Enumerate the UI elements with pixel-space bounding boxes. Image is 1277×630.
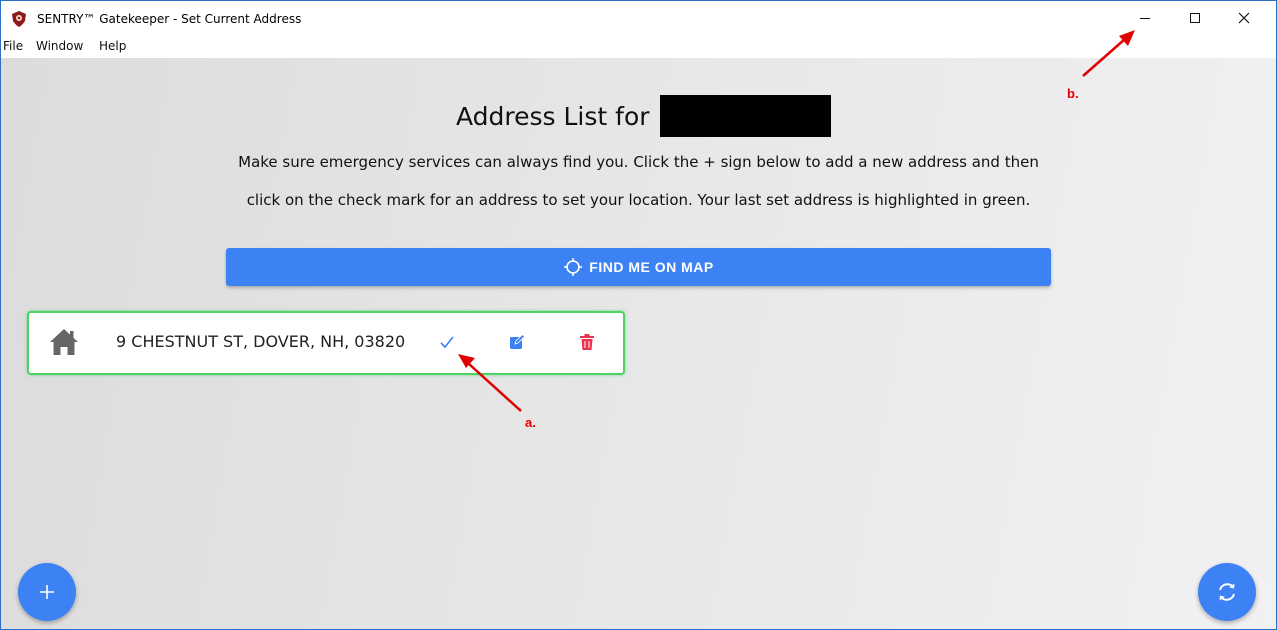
app-window: SENTRY™ Gatekeeper - Set Current Address… bbox=[0, 0, 1277, 630]
check-icon bbox=[440, 336, 454, 349]
trash-icon bbox=[580, 334, 594, 350]
maximize-button[interactable] bbox=[1172, 1, 1218, 35]
edit-icon bbox=[510, 334, 525, 349]
address-text: 9 CHESTNUT ST, DOVER, NH, 03820 bbox=[116, 332, 406, 351]
annotation-label-a: a. bbox=[525, 415, 536, 430]
address-card: 9 CHESTNUT ST, DOVER, NH, 03820 bbox=[27, 311, 625, 375]
annotation-label-b: b. bbox=[1067, 86, 1079, 101]
menu-help[interactable]: Help bbox=[99, 39, 126, 53]
find-me-on-map-button[interactable]: FIND ME ON MAP bbox=[226, 248, 1051, 286]
close-button[interactable] bbox=[1221, 1, 1267, 35]
minimize-icon bbox=[1140, 18, 1150, 19]
description-line-1: Make sure emergency services can always … bbox=[238, 153, 1039, 171]
refresh-icon bbox=[1219, 583, 1235, 601]
menu-bar: File Window Help bbox=[1, 37, 1276, 57]
find-me-on-map-label: FIND ME ON MAP bbox=[589, 259, 714, 275]
minimize-button[interactable] bbox=[1122, 1, 1168, 35]
house-icon bbox=[50, 329, 78, 355]
sentry-shield-icon bbox=[12, 11, 26, 27]
menu-window[interactable]: Window bbox=[36, 39, 83, 53]
crosshair-icon bbox=[563, 257, 583, 277]
page-title: Address List for bbox=[456, 102, 650, 131]
menu-file[interactable]: File bbox=[3, 39, 23, 53]
maximize-icon bbox=[1190, 13, 1200, 23]
refresh-button[interactable] bbox=[1198, 563, 1256, 621]
title-bar: SENTRY™ Gatekeeper - Set Current Address bbox=[1, 1, 1276, 37]
plus-icon bbox=[40, 585, 54, 599]
edit-address-button[interactable] bbox=[504, 329, 530, 355]
redacted-name bbox=[660, 95, 831, 137]
add-address-button[interactable] bbox=[18, 563, 76, 621]
delete-address-button[interactable] bbox=[574, 329, 600, 355]
set-location-check-button[interactable] bbox=[434, 329, 460, 355]
main-content: Address List for Make sure emergency ser… bbox=[1, 58, 1276, 629]
window-title: SENTRY™ Gatekeeper - Set Current Address bbox=[37, 12, 302, 26]
close-icon bbox=[1238, 12, 1250, 24]
description-line-2: click on the check mark for an address t… bbox=[246, 191, 1031, 209]
